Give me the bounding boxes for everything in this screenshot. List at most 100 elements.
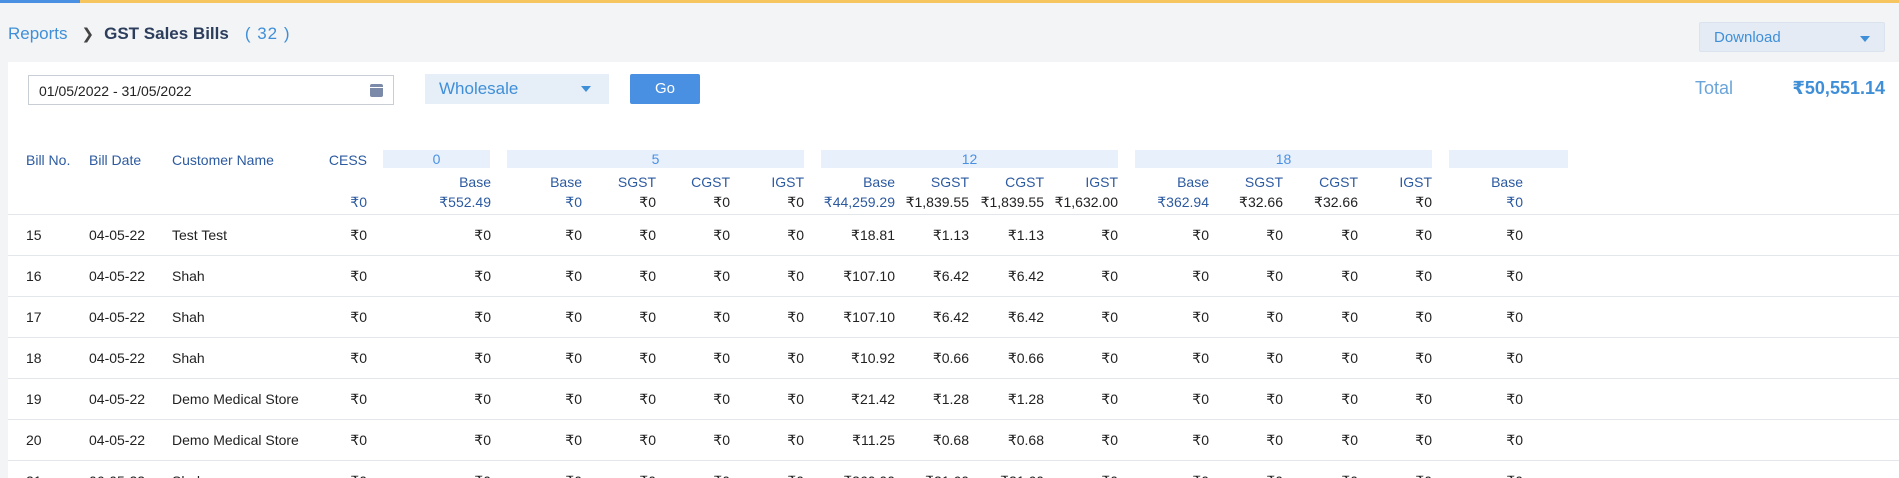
customer-name-cell: Shah <box>172 473 205 478</box>
date-range-input[interactable]: 01/05/2022 - 31/05/2022 <box>28 75 394 105</box>
cess-cell: ₹0 <box>350 268 367 284</box>
bill-no-cell: 17 <box>26 309 42 325</box>
value-cell: ₹0 <box>391 473 491 478</box>
sub-header-base: Base <box>863 174 895 190</box>
sub-header-base: Base <box>1491 174 1523 190</box>
top-progress-accent <box>0 0 80 3</box>
table-row[interactable]: 20 04-05-22 Demo Medical Store ₹0 ₹0 ₹0 ₹0 ₹0 ₹0… <box>8 419 1899 460</box>
bill-date-cell: 04-05-22 <box>89 227 146 243</box>
bill-date-cell: 04-05-22 <box>89 432 146 448</box>
download-label: Download <box>1714 29 1781 46</box>
bill-no-cell: 20 <box>26 432 42 448</box>
table-row[interactable]: 17 04-05-22 Shah ₹0 ₹0 ₹0 ₹0 ₹0 ₹0 ₹107.10 ₹6.42 ₹6… <box>8 296 1899 337</box>
table-row[interactable]: 19 04-05-22 Demo Medical Store ₹0 ₹0 ₹0 ₹0 ₹0 ₹0… <box>8 378 1899 419</box>
sub-header-igst: IGST <box>1085 174 1118 190</box>
cess-cell: ₹0 <box>350 350 367 366</box>
value-cell: ₹0 <box>1423 473 1523 478</box>
value-cell: ₹0 <box>787 432 804 448</box>
value-cell: ₹0 <box>787 227 804 243</box>
total-cell: ₹1,632.00 <box>1054 194 1118 210</box>
top-progress-bar <box>0 0 1899 3</box>
value-cell: ₹0 <box>787 350 804 366</box>
download-dropdown[interactable]: Download <box>1699 22 1885 52</box>
value-cell: ₹0 <box>1415 350 1432 366</box>
sub-header-igst: IGST <box>771 174 804 190</box>
cess-cell: ₹0 <box>350 432 367 448</box>
calendar-icon[interactable] <box>370 84 383 97</box>
total-value: ₹50,551.14 <box>1792 78 1885 98</box>
value-cell: ₹0 <box>1415 391 1432 407</box>
total-cell: ₹0 <box>1506 194 1523 210</box>
value-cell: ₹0 <box>474 309 491 325</box>
col-header-cess: CESS <box>328 152 367 168</box>
total-label: Total <box>1694 78 1733 98</box>
table-row[interactable]: 2106-05-22Shah₹0₹0₹0₹0₹0₹0₹360.00₹21.60₹… <box>8 460 1899 478</box>
chevron-down-icon <box>581 86 591 92</box>
value-cell: ₹0 <box>1415 432 1432 448</box>
col-header-bill-date: Bill Date <box>89 152 142 168</box>
value-cell: ₹0 <box>704 473 804 478</box>
col-header-bill-no: Bill No. <box>26 152 71 168</box>
sale-type-value: Wholesale <box>439 79 519 98</box>
sub-header-cgst: CGST <box>1319 174 1358 190</box>
total-cell: ₹552.49 <box>439 194 491 210</box>
customer-name-cell: Shah <box>172 268 205 284</box>
bill-no-cell: 21 <box>26 473 42 478</box>
value-cell: ₹0 <box>787 268 804 284</box>
report-panel: 01/05/2022 - 31/05/2022 Wholesale Go Tot… <box>8 62 1899 478</box>
value-cell: ₹0 <box>1506 268 1523 284</box>
value-cell: ₹0 <box>1506 391 1523 407</box>
table-row[interactable]: 16 04-05-22 Shah ₹0 ₹0 ₹0 ₹0 ₹0 ₹0 ₹107.10 ₹6.42 ₹6… <box>8 255 1899 296</box>
value-cell: ₹0 <box>1101 309 1118 325</box>
table-row[interactable]: 15 04-05-22 Test Test ₹0 ₹0 ₹0 ₹0 ₹0 ₹0 ₹18.81 ₹1.… <box>8 214 1899 255</box>
value-cell: ₹0 <box>1332 473 1432 478</box>
sub-header-base: Base <box>1177 174 1209 190</box>
chevron-right-icon: ❯ <box>81 26 95 43</box>
total-cess: ₹0 <box>350 194 367 210</box>
table-row[interactable]: 18 04-05-22 Shah ₹0 ₹0 ₹0 ₹0 ₹0 ₹0 ₹10.92 ₹0.66 ₹0.… <box>8 337 1899 378</box>
group-header-18: 18 <box>1135 150 1432 168</box>
bill-date-cell: 04-05-22 <box>89 350 146 366</box>
total-cell: ₹0 <box>1415 194 1432 210</box>
group-header-12: 12 <box>821 150 1118 168</box>
chevron-down-icon <box>1860 36 1870 42</box>
bill-no-cell: 19 <box>26 391 42 407</box>
sub-header-sgst: SGST <box>930 174 969 190</box>
group-header-next <box>1449 150 1568 168</box>
sub-header-cgst: CGST <box>691 174 730 190</box>
bill-no-cell: 15 <box>26 227 42 243</box>
value-cell: ₹0 <box>1101 268 1118 284</box>
cess-cell: ₹0 <box>350 309 367 325</box>
value-cell: ₹0 <box>1506 350 1523 366</box>
bill-count-badge: ( 32 ) <box>244 24 291 43</box>
value-cell: ₹0 <box>474 227 491 243</box>
sub-header-cgst: CGST <box>1005 174 1044 190</box>
sub-header-base: Base <box>550 174 582 190</box>
value-cell: ₹0 <box>1415 268 1432 284</box>
sale-type-select[interactable]: Wholesale <box>425 74 609 104</box>
date-range-value: 01/05/2022 - 31/05/2022 <box>39 83 192 99</box>
go-button[interactable]: Go <box>630 74 700 104</box>
value-cell: ₹0 <box>1506 227 1523 243</box>
group-header-5: 5 <box>507 150 804 168</box>
sub-header-base: Base <box>459 174 491 190</box>
total-cell: ₹0 <box>787 194 804 210</box>
bill-no-cell: 18 <box>26 350 42 366</box>
bill-date-cell: 06-05-22 <box>89 473 145 478</box>
customer-name-cell: Test Test <box>172 227 227 243</box>
value-cell: ₹0 <box>1415 227 1432 243</box>
sub-header-sgst: SGST <box>1244 174 1283 190</box>
bill-no-cell: 16 <box>26 268 42 284</box>
value-cell: ₹0 <box>787 391 804 407</box>
bill-date-cell: 04-05-22 <box>89 268 146 284</box>
value-cell: ₹0 <box>1101 227 1118 243</box>
customer-name-cell: Shah <box>172 350 205 366</box>
breadcrumb-reports-link[interactable]: Reports <box>8 24 68 44</box>
bill-date-cell: 04-05-22 <box>89 391 146 407</box>
value-cell: ₹0 <box>1101 350 1118 366</box>
sub-header-sgst: SGST <box>617 174 656 190</box>
value-cell: ₹0 <box>474 432 491 448</box>
value-cell: ₹0 <box>787 309 804 325</box>
value-cell: ₹0 <box>1506 309 1523 325</box>
breadcrumb: Reports ❯ GST Sales Bills ( 32 ) <box>8 24 291 44</box>
